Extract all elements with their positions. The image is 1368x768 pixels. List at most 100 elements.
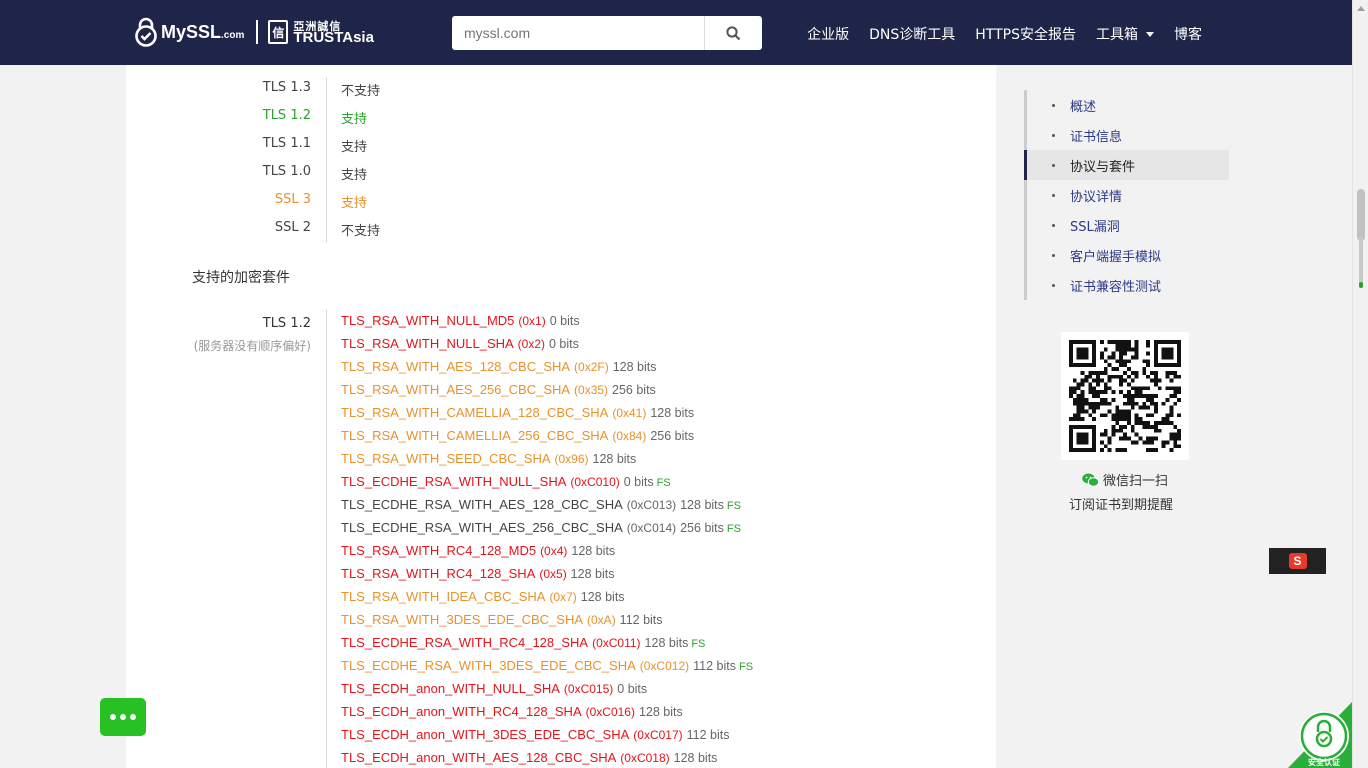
toc-item-label: 协议详情 [1070, 189, 1123, 205]
cipher-suite-bits: 128 bits [570, 567, 615, 581]
protocol-support: 支持 [341, 168, 368, 183]
cipher-suite-bits: 0 bits [623, 475, 654, 489]
cipher-suite-code: (0xC013) [626, 498, 677, 512]
cipher-suite-bits: 128 bits [638, 705, 683, 719]
search-input[interactable] [452, 16, 704, 50]
cipher-suite-row: TLS_RSA_WITH_AES_256_CBC_SHA (0x35) 256 … [341, 382, 656, 405]
toc-item-protocol-details[interactable]: 协议详情 [1027, 180, 1229, 210]
more-dot-icon [110, 714, 116, 720]
suite-group-protocol: TLS 1.2 [262, 316, 311, 331]
cipher-suite-code: (0xC014) [626, 521, 677, 535]
cipher-suite-bits: 256 bits [680, 521, 724, 535]
scrollbar-thumb[interactable] [1357, 189, 1365, 241]
protocol-support: 支持 [341, 112, 368, 127]
cipher-suite-name: TLS_ECDHE_RSA_WITH_3DES_EDE_CBC_SHA [341, 658, 636, 673]
sogou-ime-icon: S [1288, 553, 1307, 569]
cipher-suite-bits: 112 bits [619, 613, 663, 627]
toc-item-label: 概述 [1070, 99, 1097, 115]
cipher-suite-bits: 112 bits [693, 659, 736, 673]
protocol-name: TLS 1.3 [262, 80, 311, 95]
cipher-suite-code: (0x2F) [574, 360, 609, 374]
cipher-suite-code: (0xC017) [633, 728, 683, 742]
cipher-suite-row: TLS_ECDH_anon_WITH_3DES_EDE_CBC_SHA (0xC… [341, 727, 729, 750]
cipher-suite-name: TLS_RSA_WITH_3DES_EDE_CBC_SHA [341, 612, 584, 627]
cipher-suite-name: TLS_ECDH_anon_WITH_AES_128_CBC_SHA [341, 750, 617, 765]
cipher-suite-name: TLS_RSA_WITH_SEED_CBC_SHA [341, 451, 551, 466]
bullet-icon [1052, 163, 1055, 167]
cipher-suite-code: (0x35) [574, 383, 609, 397]
protocol-name: SSL 2 [274, 220, 311, 235]
cipher-suite-name: TLS_RSA_WITH_IDEA_CBC_SHA [341, 589, 546, 604]
cipher-suite-code: (0x84) [612, 429, 647, 443]
partner-logo-mark: 信 [268, 20, 289, 44]
ime-toolbar[interactable]: S [1269, 548, 1326, 574]
toc-item-protocols-suites[interactable]: 协议与套件 [1024, 150, 1229, 180]
cipher-suite-row: TLS_ECDHE_RSA_WITH_RC4_128_SHA (0xC011) … [341, 635, 705, 658]
cipher-suite-name: TLS_RSA_WITH_RC4_128_MD5 [341, 543, 537, 558]
protocol-name: SSL 3 [274, 192, 311, 207]
cipher-suite-code: (0xC018) [620, 751, 670, 765]
cipher-suite-code: (0x1) [518, 314, 546, 328]
partner-logo: 信 亞洲誠信 TRUSTAsia [268, 20, 374, 46]
cipher-suite-row: TLS_RSA_WITH_IDEA_CBC_SHA (0x7) 128 bits [341, 589, 625, 612]
bullet-icon [1052, 103, 1055, 107]
nav-toolbox[interactable]: 工具箱 [1096, 24, 1154, 44]
toc-item-label: 协议与套件 [1070, 159, 1136, 175]
cipher-suite-name: TLS_RSA_WITH_AES_128_CBC_SHA [341, 359, 571, 374]
search-button[interactable] [704, 16, 762, 50]
cipher-suite-name: TLS_ECDHE_RSA_WITH_NULL_SHA [341, 474, 567, 489]
search-icon [726, 25, 741, 40]
cipher-suite-name: TLS_ECDHE_RSA_WITH_AES_256_CBC_SHA [341, 520, 623, 535]
cipher-suite-row: TLS_RSA_WITH_AES_128_CBC_SHA (0x2F) 128 … [341, 359, 656, 382]
cipher-suite-code: (0xC012) [639, 659, 690, 673]
myssl-security-badge[interactable]: 安全认证 [1288, 702, 1352, 768]
nav-blog[interactable]: 博客 [1174, 24, 1202, 44]
cipher-suite-code: (0xC016) [585, 705, 635, 719]
cipher-suite-name: TLS_RSA_WITH_CAMELLIA_128_CBC_SHA [341, 405, 609, 420]
scroll-position-marker [1359, 282, 1363, 288]
cipher-suite-name: TLS_ECDH_anon_WITH_RC4_128_SHA [341, 704, 582, 719]
chat-button[interactable] [100, 698, 146, 736]
search-box [452, 16, 762, 50]
suite-group-note: (服务器没有顺序偏好) [193, 339, 311, 353]
nav-dns-tool[interactable]: DNS诊断工具 [869, 24, 955, 44]
cipher-suite-name: TLS_RSA_WITH_NULL_MD5 [341, 313, 515, 328]
toc-item-label: SSL漏洞 [1070, 219, 1120, 235]
scroll-up-arrow-icon[interactable] [1357, 6, 1365, 11]
qr-caption-scan: 微信扫一扫 [1103, 474, 1169, 489]
cipher-suite-row: TLS_RSA_WITH_CAMELLIA_128_CBC_SHA (0x41)… [341, 405, 694, 428]
qr-caption-subscribe: 订阅证书到期提醒 [1069, 498, 1174, 513]
protocol-row: TLS 1.1 支持 [126, 131, 996, 159]
table-of-contents: 概述 证书信息 协议与套件 协议详情 SSL漏洞 客户端握手模拟 证书兼容性测试 [1024, 90, 1229, 300]
suite-divider [326, 309, 327, 768]
caret-down-icon [1146, 31, 1154, 37]
cipher-suite-name: TLS_RSA_WITH_CAMELLIA_256_CBC_SHA [341, 428, 609, 443]
cipher-suite-bits: 0 bits [548, 337, 579, 351]
badge-text: 安全认证 [1308, 757, 1340, 767]
toc-item-cert-compat[interactable]: 证书兼容性测试 [1027, 270, 1229, 300]
qr-code-image [1069, 340, 1181, 452]
nav-https-report[interactable]: HTTPS安全报告 [975, 24, 1076, 44]
cipher-suite-code: (0xC010) [570, 475, 620, 489]
toc-item-ssl-vulns[interactable]: SSL漏洞 [1027, 210, 1229, 240]
forward-secrecy-badge: FS [738, 661, 754, 673]
toc-item-label: 客户端握手模拟 [1070, 249, 1162, 265]
cipher-suite-bits: 0 bits [549, 314, 580, 328]
cipher-suite-name: TLS_RSA_WITH_RC4_128_SHA [341, 566, 536, 581]
cipher-suite-name: TLS_RSA_WITH_AES_256_CBC_SHA [341, 382, 571, 397]
cipher-suite-row: TLS_RSA_WITH_NULL_SHA (0x2) 0 bits [341, 336, 579, 359]
site-logo[interactable]: MySSL.com 信 亞洲誠信 TRUSTAsia [135, 17, 374, 47]
nav-enterprise[interactable]: 企业版 [807, 24, 849, 44]
page-scrollbar[interactable] [1352, 0, 1368, 768]
cipher-suite-row: TLS_ECDHE_RSA_WITH_AES_128_CBC_SHA (0xC0… [341, 497, 741, 520]
partner-logo-en: TRUSTAsia [293, 29, 374, 46]
toc-item-overview[interactable]: 概述 [1027, 90, 1229, 120]
cipher-suite-row: TLS_ECDHE_RSA_WITH_NULL_SHA (0xC010) 0 b… [341, 474, 671, 497]
top-nav: 企业版 DNS诊断工具 HTTPS安全报告 工具箱 博客 [787, 24, 1202, 44]
cipher-suite-bits: 128 bits [592, 452, 637, 466]
toc-item-handshake-sim[interactable]: 客户端握手模拟 [1027, 240, 1229, 270]
cipher-suite-row: TLS_ECDH_anon_WITH_NULL_SHA (0xC015) 0 b… [341, 681, 647, 704]
cipher-suite-code: (0x2) [517, 337, 545, 351]
forward-secrecy-badge: FS [691, 638, 706, 650]
toc-item-cert-info[interactable]: 证书信息 [1027, 120, 1229, 150]
